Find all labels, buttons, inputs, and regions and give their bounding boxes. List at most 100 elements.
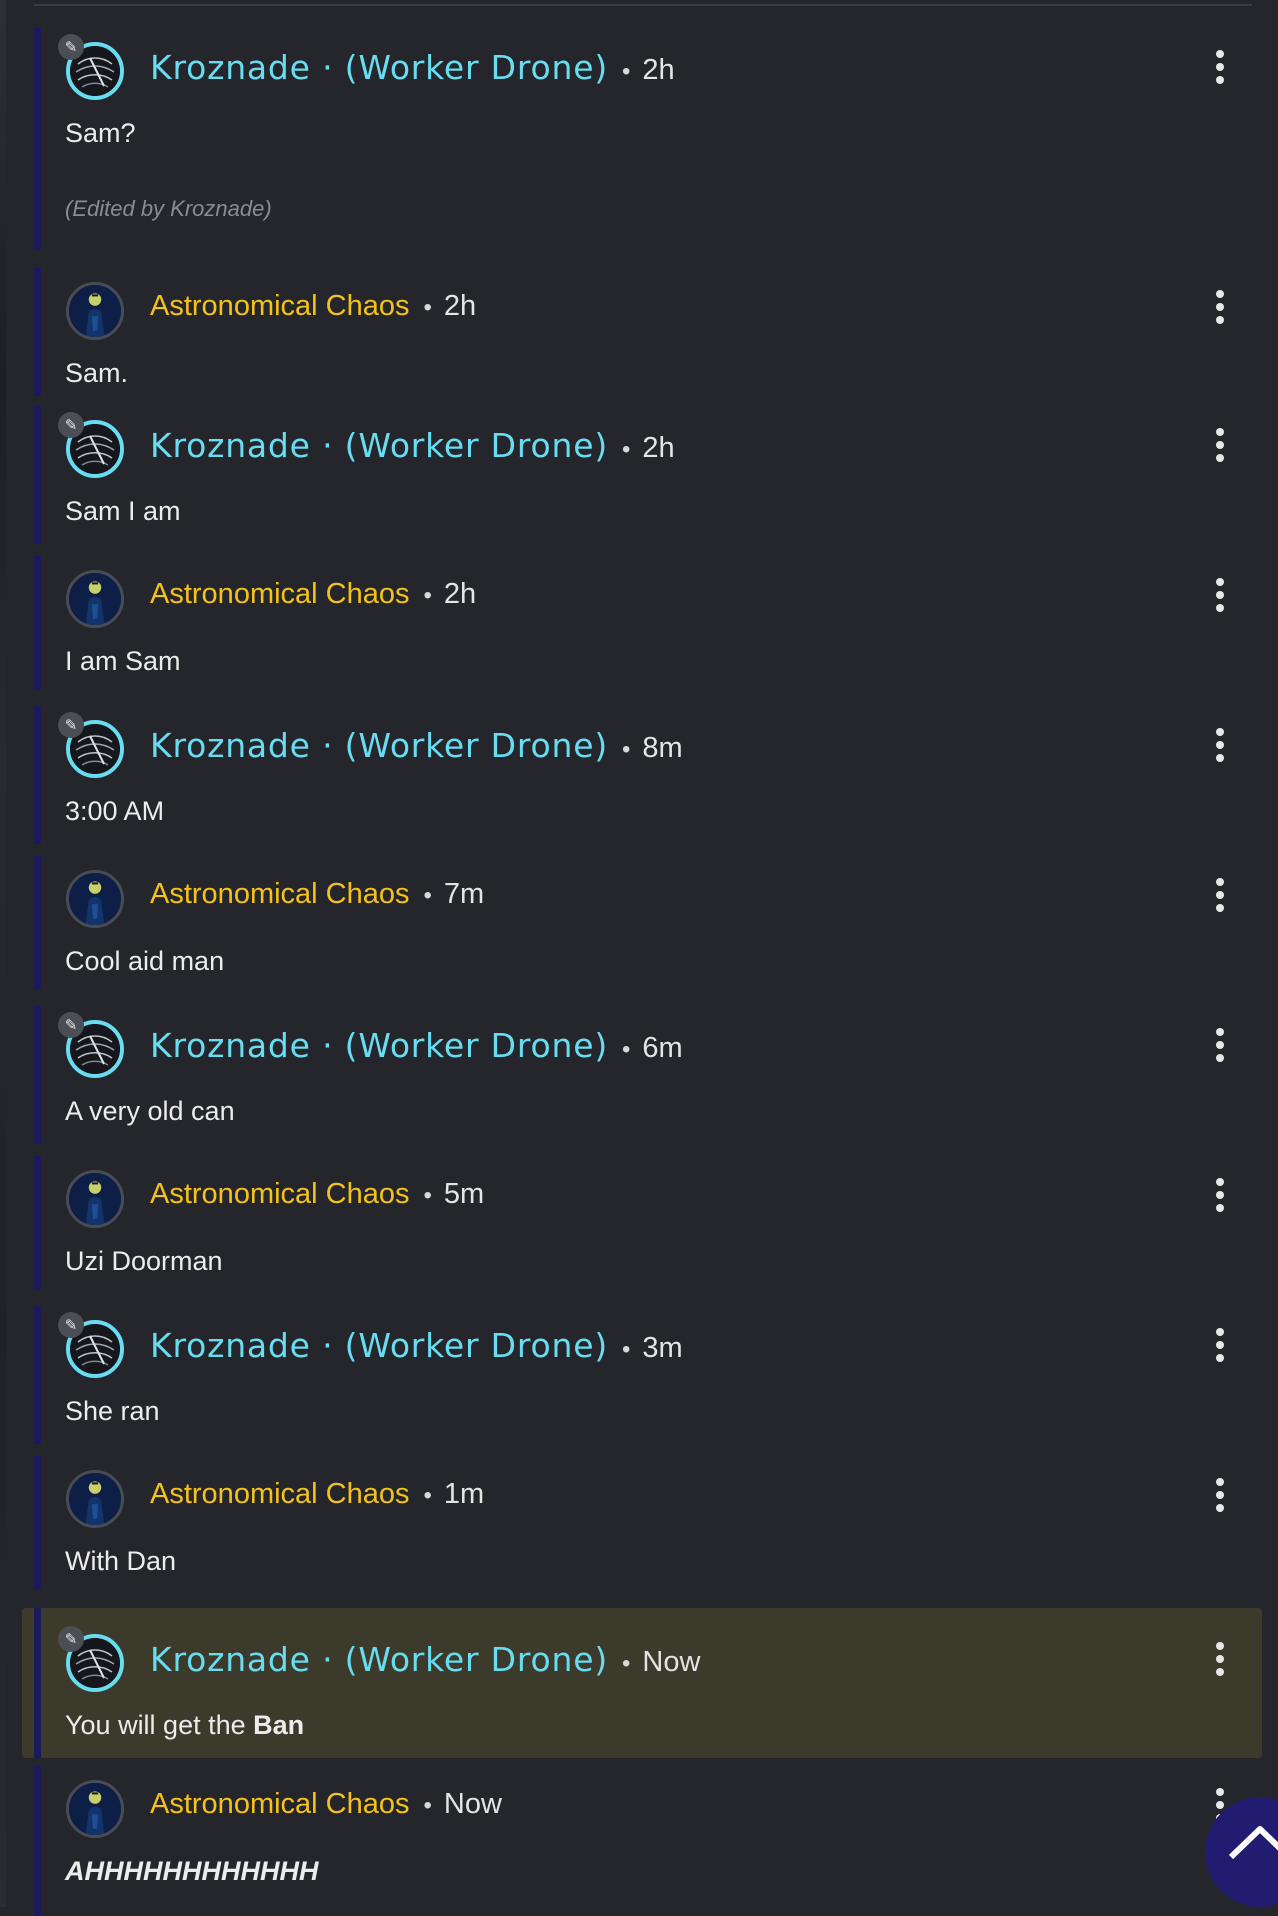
more-vertical-icon[interactable] [1214, 1478, 1226, 1518]
comment: ✎ Kroznade · (Worker Drone) • 8m 3:00 AM [22, 706, 1262, 844]
thread-indent-bar [34, 1306, 41, 1444]
pencil-icon: ✎ [58, 1312, 84, 1338]
author-name[interactable]: Astronomical Chaos [150, 878, 410, 911]
astronomical-avatar-art [69, 1173, 121, 1225]
separator-dot: • [622, 1036, 631, 1063]
pencil-icon: ✎ [58, 1626, 84, 1652]
comment-time: Now [642, 1646, 701, 1678]
thread-indent-bar [34, 1456, 41, 1590]
user-avatar[interactable] [66, 1170, 124, 1228]
more-vertical-icon[interactable] [1214, 728, 1226, 768]
more-vertical-icon[interactable] [1214, 428, 1226, 468]
comment-header: Kroznade · (Worker Drone) • 8m [150, 726, 683, 765]
comment-header: Kroznade · (Worker Drone) • 2h [150, 48, 675, 87]
comment-header: Kroznade · (Worker Drone) • 6m [150, 1026, 683, 1065]
thread-indent-bar [34, 268, 41, 396]
comment-header: Astronomical Chaos • 5m [150, 1178, 484, 1211]
author-name[interactable]: Astronomical Chaos [150, 1478, 410, 1511]
comment: ✎ Kroznade · (Worker Drone) • 2h Sam I am [22, 406, 1262, 544]
thread-indent-bar [34, 556, 41, 690]
comment-time: 2h [642, 54, 675, 86]
author-name[interactable]: Kroznade · (Worker Drone) [150, 1026, 608, 1065]
thread-indent-bar [34, 406, 41, 544]
author-name[interactable]: Astronomical Chaos [150, 1788, 410, 1821]
thread-indent-bar [34, 1006, 41, 1144]
comment-body: Uzi Doorman [65, 1246, 223, 1276]
comment-body: Sam? [65, 118, 136, 148]
comment: Astronomical Chaos • 1m With Dan [22, 1456, 1262, 1590]
comment: ✎ Kroznade · (Worker Drone) • 6m A very old … [22, 1006, 1262, 1144]
comment: ✎ Kroznade · (Worker Drone) • 2h Sam? (Edited… [22, 28, 1262, 250]
comment-body-bold: Ban [253, 1710, 305, 1740]
comment-body: Cool aid man [65, 946, 225, 976]
comment-feed: ✎ Kroznade · (Worker Drone) • 2h Sam? (Edited… [0, 0, 1278, 1916]
more-vertical-icon[interactable] [1214, 578, 1226, 618]
separator-dot: • [423, 294, 432, 321]
comment-time: 2h [443, 578, 477, 610]
comment-body: I am Sam [65, 646, 181, 676]
more-vertical-icon[interactable] [1214, 290, 1226, 330]
more-vertical-icon[interactable] [1214, 1028, 1226, 1068]
user-avatar[interactable] [66, 1470, 124, 1528]
separator-dot: • [423, 1792, 432, 1819]
author-name[interactable]: Astronomical Chaos [150, 1178, 410, 1211]
author-name[interactable]: Kroznade · (Worker Drone) [150, 48, 608, 87]
user-avatar[interactable] [66, 570, 124, 628]
comment-time: 5m [443, 1178, 485, 1210]
more-vertical-icon[interactable] [1214, 1642, 1226, 1682]
astronomical-avatar-art [69, 873, 121, 925]
user-avatar[interactable] [66, 282, 124, 340]
comment-body: Sam I am [65, 496, 181, 526]
comment-body: A very old can [65, 1096, 235, 1126]
comment-header: Astronomical Chaos • 2h [150, 578, 476, 611]
thread-indent-bar [34, 28, 41, 250]
comment-header: Astronomical Chaos • 7m [150, 878, 484, 911]
author-name[interactable]: Astronomical Chaos [150, 578, 410, 611]
comment: Astronomical Chaos • 5m Uzi Doorman [22, 1156, 1262, 1290]
more-vertical-icon[interactable] [1214, 878, 1226, 918]
comment-header: Kroznade · (Worker Drone) • 3m [150, 1326, 683, 1365]
separator-dot: • [423, 582, 432, 609]
more-vertical-icon[interactable] [1214, 1178, 1226, 1218]
comment-header: Astronomical Chaos • 2h [150, 290, 476, 323]
astronomical-avatar-art [69, 1783, 121, 1835]
separator-dot: • [622, 736, 631, 763]
separator-dot: • [622, 1336, 631, 1363]
author-name[interactable]: Kroznade · (Worker Drone) [150, 1326, 608, 1365]
comment-time: 1m [443, 1478, 485, 1510]
comment-time: Now [443, 1788, 502, 1820]
comment-time: 2h [443, 290, 477, 322]
author-name[interactable]: Kroznade · (Worker Drone) [150, 1640, 608, 1679]
comment: ✎ Kroznade · (Worker Drone) • Now You will g… [22, 1608, 1262, 1758]
user-avatar[interactable] [66, 870, 124, 928]
edited-note: (Edited by Kroznade) [65, 196, 272, 221]
comment-header: Kroznade · (Worker Drone) • Now [150, 1640, 700, 1679]
comment-time: 2h [642, 432, 675, 464]
more-vertical-icon[interactable] [1214, 1328, 1226, 1368]
comment: Astronomical Chaos • 2h Sam. [22, 268, 1262, 396]
comment-header: Kroznade · (Worker Drone) • 2h [150, 426, 675, 465]
astronomical-avatar-art [69, 573, 121, 625]
comment-body-text: You will get the [65, 1710, 254, 1740]
comment-time: 7m [443, 878, 485, 910]
thread-indent-bar [34, 706, 41, 844]
author-name[interactable]: Astronomical Chaos [150, 290, 410, 323]
comment-time: 3m [642, 1332, 683, 1364]
author-name[interactable]: Kroznade · (Worker Drone) [150, 426, 608, 465]
comment: Astronomical Chaos • 2h I am Sam [22, 556, 1262, 690]
separator-dot: • [622, 436, 631, 463]
pencil-icon: ✎ [58, 712, 84, 738]
more-vertical-icon[interactable] [1214, 50, 1226, 90]
astronomical-avatar-art [69, 285, 121, 337]
thread-indent-bar [34, 1156, 41, 1290]
comment: Astronomical Chaos • 7m Cool aid man [22, 856, 1262, 990]
pencil-icon: ✎ [58, 34, 84, 60]
separator-dot: • [622, 1650, 631, 1677]
author-name[interactable]: Kroznade · (Worker Drone) [150, 726, 608, 765]
separator-dot: • [423, 1182, 432, 1209]
comment-body: She ran [65, 1396, 160, 1426]
user-avatar[interactable] [66, 1780, 124, 1838]
comment-time: 6m [642, 1032, 683, 1064]
thread-indent-bar [34, 1608, 41, 1758]
thread-indent-bar [34, 856, 41, 990]
